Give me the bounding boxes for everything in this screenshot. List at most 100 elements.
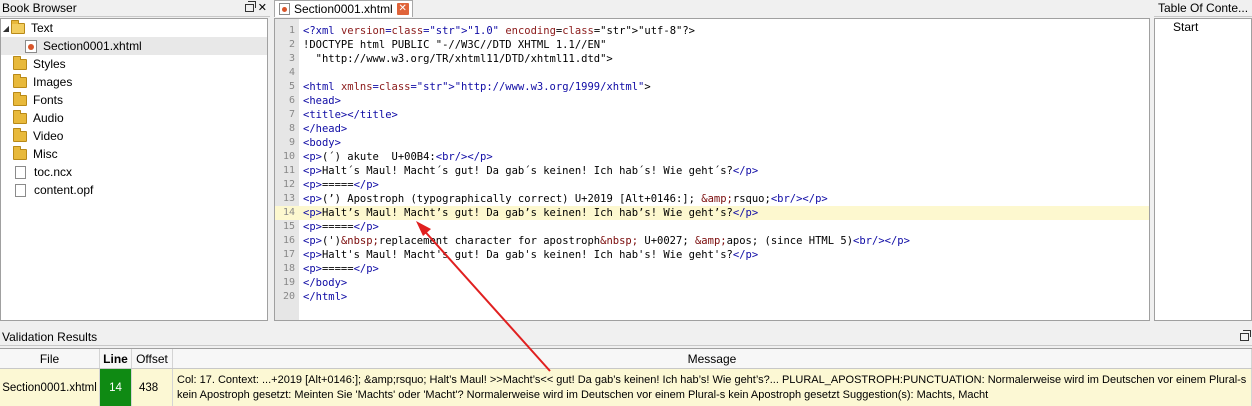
- line-number: 4: [288, 67, 295, 78]
- tree-item-label: content.opf: [34, 183, 94, 197]
- column-header-file[interactable]: File: [0, 349, 100, 368]
- code-line[interactable]: 20 </html>: [275, 290, 1149, 304]
- folder-icon: [13, 109, 27, 124]
- tree-item-styles[interactable]: Styles: [1, 55, 267, 73]
- line-number: 10: [282, 151, 295, 162]
- book-browser-header: Book Browser ✕: [0, 0, 270, 17]
- validation-panel: Validation Results File Line Offset Mess…: [0, 328, 1252, 406]
- tree-item-label: Images: [33, 75, 73, 89]
- close-panel-icon[interactable]: ✕: [258, 2, 267, 14]
- column-header-message[interactable]: Message: [173, 349, 1252, 368]
- toc-header: Table Of Conte...: [1154, 0, 1252, 17]
- float-panel-icon[interactable]: [1240, 329, 1251, 341]
- line-number: 7: [288, 109, 295, 120]
- folder-icon: [13, 145, 27, 160]
- code-text: <p>=====</p>: [303, 179, 379, 191]
- xhtml-file-icon: [25, 39, 37, 53]
- code-line[interactable]: 1 <?xml version=class="str">"1.0" encodin…: [275, 24, 1149, 38]
- line-number: 16: [282, 235, 295, 246]
- code-line[interactable]: 2 !DOCTYPE html PUBLIC "-//W3C//DTD XHTML…: [275, 38, 1149, 52]
- code-line[interactable]: 15 <p>=====</p>: [275, 220, 1149, 234]
- close-tab-icon[interactable]: ✕: [396, 3, 409, 15]
- code-line[interactable]: 9 <body>: [275, 136, 1149, 150]
- folder-open-icon: [11, 19, 25, 34]
- code-line[interactable]: 3 "http://www.w3.org/TR/xhtml11/DTD/xhtm…: [275, 52, 1149, 66]
- result-message: Col: 17. Context: ...+2019 [Alt+0146:]; …: [173, 369, 1252, 406]
- code-text: !DOCTYPE html PUBLIC "-//W3C//DTD XHTML …: [303, 39, 607, 51]
- validation-table: File Line Offset Message Section0001.xht…: [0, 348, 1252, 406]
- code-line[interactable]: 5 <html xmlns=class="str">"http://www.w3.…: [275, 80, 1149, 94]
- code-text: <head>: [303, 95, 341, 107]
- line-number: 9: [288, 137, 295, 148]
- code-editor-panel: Section0001.xhtml ✕ 1 <?xml version=class…: [274, 0, 1150, 321]
- code-line[interactable]: 12 <p>=====</p>: [275, 178, 1149, 192]
- toc-list: Start: [1154, 18, 1252, 321]
- code-line[interactable]: 14 <p>Halt’s Maul! Macht’s gut! Da gab’s …: [275, 206, 1149, 220]
- code-line[interactable]: 17 <p>Halt's Maul! Macht's gut! Da gab's …: [275, 248, 1149, 262]
- code-line[interactable]: 18 <p>=====</p>: [275, 262, 1149, 276]
- code-text: <p>(')&nbsp;replacement character for ap…: [303, 235, 910, 247]
- tree-item-label: Audio: [33, 111, 64, 125]
- collapse-arrow-icon[interactable]: ◢: [1, 24, 11, 33]
- code-text: <body>: [303, 137, 341, 149]
- code-line[interactable]: 11 <p>Halt´s Maul! Macht´s gut! Da gab´s …: [275, 164, 1149, 178]
- xhtml-file-icon: [279, 3, 290, 15]
- tab-label: Section0001.xhtml: [294, 2, 393, 16]
- line-number: 11: [282, 165, 295, 176]
- result-file: Section0001.xhtml: [0, 369, 100, 406]
- tree-item-label: toc.ncx: [34, 165, 73, 179]
- line-number: 3: [288, 53, 295, 64]
- code-text: <html xmlns=class="str">"http://www.w3.o…: [303, 81, 651, 93]
- tree-item-section0001[interactable]: Section0001.xhtml: [1, 37, 267, 55]
- tab-section0001[interactable]: Section0001.xhtml ✕: [274, 0, 413, 17]
- line-number: 8: [288, 123, 295, 134]
- book-browser-title: Book Browser: [2, 0, 77, 15]
- toc-item-start[interactable]: Start: [1155, 19, 1251, 36]
- code-text: <p>(’) Apostroph (typographically correc…: [303, 193, 828, 205]
- toc-title: Table Of Conte...: [1158, 0, 1249, 15]
- folder-icon: [13, 91, 27, 106]
- tree-item-video[interactable]: Video: [1, 127, 267, 145]
- tree-item-content-opf[interactable]: content.opf: [1, 181, 267, 199]
- code-line[interactable]: 13 <p>(’) Apostroph (typographically corr…: [275, 192, 1149, 206]
- tree-item-label: Fonts: [33, 93, 64, 107]
- validation-table-header: File Line Offset Message: [0, 349, 1252, 369]
- line-number: 13: [282, 193, 295, 204]
- validation-header: Validation Results: [0, 328, 1252, 346]
- line-number: 15: [282, 221, 295, 232]
- line-number: 19: [282, 277, 295, 288]
- tree-item-label: Video: [33, 129, 64, 143]
- tree-item-images[interactable]: Images: [1, 73, 267, 91]
- folder-icon: [13, 127, 27, 142]
- toc-panel: Table Of Conte... Start: [1154, 0, 1252, 321]
- folder-icon: [13, 73, 27, 88]
- code-text: </body>: [303, 277, 348, 289]
- line-number: 2: [288, 39, 295, 50]
- column-header-offset[interactable]: Offset: [132, 349, 173, 368]
- code-line[interactable]: 10 <p>(´) akute U+00B4:<br/></p>: [275, 150, 1149, 164]
- code-line[interactable]: 8 </head>: [275, 122, 1149, 136]
- tree-item-audio[interactable]: Audio: [1, 109, 267, 127]
- code-line[interactable]: 4: [275, 66, 1149, 80]
- tree-item-misc[interactable]: Misc: [1, 145, 267, 163]
- tree-item-text[interactable]: ◢ Text: [1, 19, 267, 37]
- code-text: </head>: [303, 123, 348, 135]
- file-icon: [15, 183, 26, 197]
- code-view[interactable]: 1 <?xml version=class="str">"1.0" encodin…: [274, 18, 1150, 321]
- code-line[interactable]: 7 <title></title>: [275, 108, 1149, 122]
- result-offset: 438: [132, 369, 173, 406]
- sigil-window: Book Browser ✕ ◢ Text Section0001.xhtml …: [0, 0, 1252, 406]
- code-text: <p>Halt´s Maul! Macht´s gut! Da gab´s ke…: [303, 165, 759, 177]
- float-panel-icon[interactable]: [244, 1, 256, 12]
- code-line[interactable]: 19 </body>: [275, 276, 1149, 290]
- code-text: <?xml version=class="str">"1.0" encoding…: [303, 25, 695, 37]
- code-line[interactable]: 6 <head>: [275, 94, 1149, 108]
- code-text: <p>Halt’s Maul! Macht’s gut! Da gab’s ke…: [303, 207, 759, 219]
- table-row[interactable]: Section0001.xhtml 14 438 Col: 17. Contex…: [0, 369, 1252, 406]
- editor-tab-bar: Section0001.xhtml ✕: [274, 0, 1150, 17]
- tree-item-toc-ncx[interactable]: toc.ncx: [1, 163, 267, 181]
- code-line[interactable]: 16 <p>(')&nbsp;replacement character for …: [275, 234, 1149, 248]
- tree-item-fonts[interactable]: Fonts: [1, 91, 267, 109]
- column-header-line[interactable]: Line: [100, 349, 132, 368]
